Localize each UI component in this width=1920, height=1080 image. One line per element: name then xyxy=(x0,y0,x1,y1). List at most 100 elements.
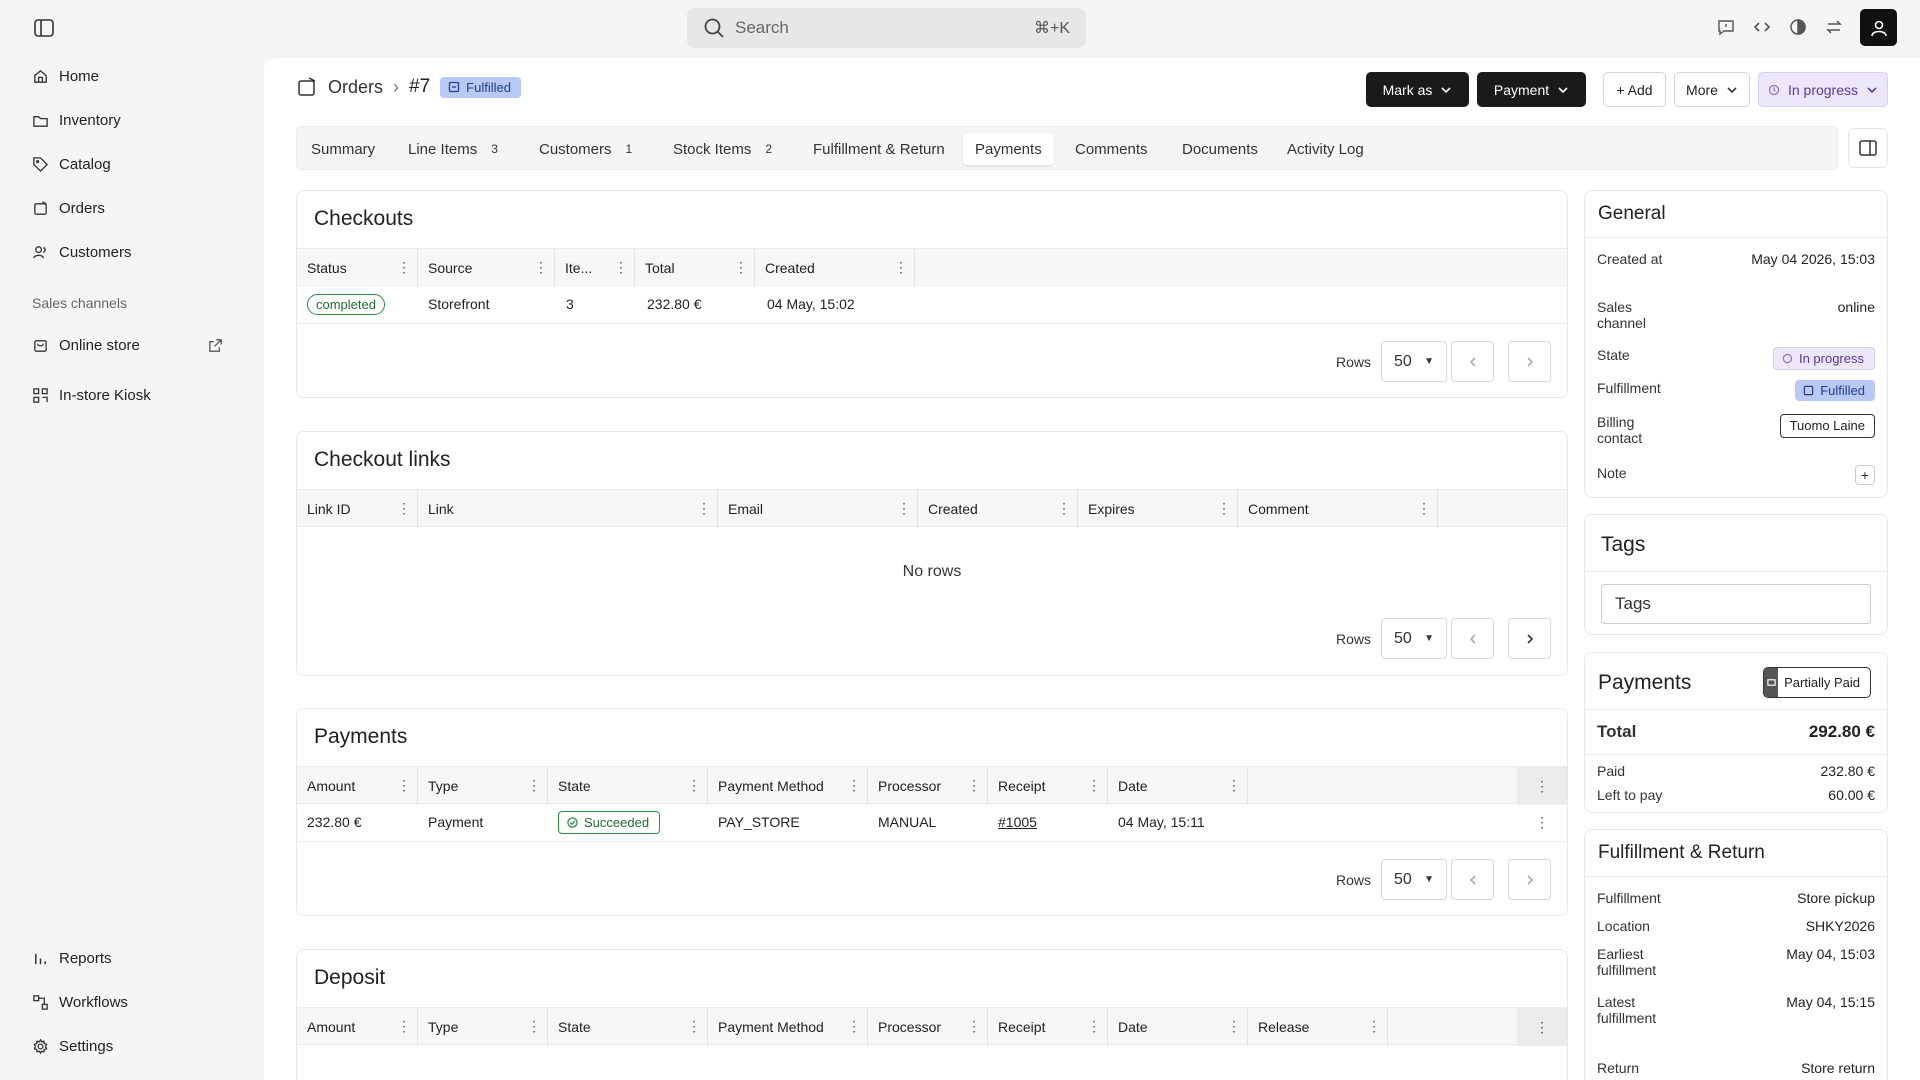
column-header[interactable]: Email ⋮ xyxy=(718,490,918,528)
column-header[interactable]: Date ⋮ xyxy=(1108,1008,1248,1046)
fulfillment-badge[interactable]: Fulfilled xyxy=(1795,380,1875,401)
sidebar-item-workflows[interactable]: Workflows xyxy=(32,990,128,1014)
table-row[interactable]: 232.80 € Payment Succeeded PAY_STORE MAN… xyxy=(297,804,1567,842)
tab-documents[interactable]: Documents xyxy=(1170,133,1270,165)
column-header[interactable]: Source ⋮ xyxy=(418,249,555,287)
payment-button[interactable]: Payment xyxy=(1477,72,1586,107)
prev-page-button[interactable] xyxy=(1451,618,1494,659)
external-link-icon[interactable] xyxy=(207,337,224,354)
add-note-button[interactable]: + xyxy=(1855,465,1875,485)
column-header[interactable]: Receipt ⋮ xyxy=(988,767,1108,805)
rows-select[interactable]: 50 ▼ xyxy=(1381,618,1447,659)
user-avatar[interactable] xyxy=(1860,9,1897,46)
deposit-table-header: Amount ⋮ Type ⋮ State ⋮ Payment Method ⋮ Pro… xyxy=(297,1007,1567,1046)
sidebar-item-customers[interactable]: Customers xyxy=(32,240,132,264)
column-header[interactable]: Payment Method ⋮ xyxy=(708,1008,868,1046)
breadcrumb-orders[interactable]: Orders xyxy=(328,77,383,98)
receipt-link[interactable]: #1005 xyxy=(998,804,1037,840)
chevron-right-icon xyxy=(1526,874,1533,885)
tags-input[interactable]: Tags xyxy=(1601,584,1871,624)
column-header[interactable]: Created ⋮ xyxy=(918,490,1078,528)
column-header[interactable]: State ⋮ xyxy=(548,767,708,805)
row-actions-header[interactable]: ⋮ xyxy=(1517,767,1567,805)
left-to-pay-value: 60.00 € xyxy=(1828,787,1875,803)
column-header[interactable]: Status ⋮ xyxy=(297,249,418,287)
sidebar-item-reports[interactable]: Reports xyxy=(32,946,112,970)
tab-payments[interactable]: Payments xyxy=(963,133,1054,165)
earliest-value: May 04, 15:03 xyxy=(1786,946,1875,962)
mark-as-button[interactable]: Mark as xyxy=(1366,72,1469,107)
more-button[interactable]: More xyxy=(1674,72,1750,107)
add-button[interactable]: + Add xyxy=(1603,72,1666,107)
tab-line-items[interactable]: Line Items 3 xyxy=(396,133,510,165)
total-label: Total xyxy=(1597,722,1637,741)
table-row[interactable]: completed Storefront 3 232.80 € 04 May, … xyxy=(297,286,1567,324)
column-header[interactable]: Release ⋮ xyxy=(1248,1008,1388,1046)
switch-icon[interactable] xyxy=(1823,15,1845,39)
payments-summary-title: Payments xyxy=(1598,671,1692,694)
column-header[interactable]: Ite... ⋮ xyxy=(555,249,635,287)
sidebar-item-orders[interactable]: Orders xyxy=(32,196,105,220)
prev-page-button[interactable] xyxy=(1451,341,1494,382)
column-header[interactable]: Payment Method ⋮ xyxy=(708,767,868,805)
column-header[interactable]: Total ⋮ xyxy=(635,249,755,287)
feedback-icon[interactable] xyxy=(1715,15,1737,39)
rows-select[interactable]: 50 ▼ xyxy=(1381,859,1447,900)
state-button[interactable]: In progress xyxy=(1758,72,1888,107)
panel-toggle-icon[interactable] xyxy=(1848,128,1888,168)
rows-per-page: Rows 50 ▼ xyxy=(1336,618,1447,659)
sidebar-item-catalog[interactable]: Catalog xyxy=(32,152,111,176)
next-page-button[interactable] xyxy=(1508,618,1551,659)
column-header[interactable]: Type ⋮ xyxy=(418,1008,548,1046)
created-label: Created at xyxy=(1597,251,1663,267)
column-header[interactable]: Processor ⋮ xyxy=(868,767,988,805)
sidebar-item-settings[interactable]: Settings xyxy=(32,1034,113,1058)
column-header[interactable]: Amount ⋮ xyxy=(297,1008,418,1046)
state-badge[interactable]: In progress xyxy=(1772,347,1875,370)
chevron-down-icon xyxy=(1867,86,1877,93)
fulfillment-type-label: Fulfillment xyxy=(1597,890,1661,906)
sales-channels-heading: Sales channels xyxy=(32,295,127,311)
next-page-button[interactable] xyxy=(1508,859,1551,900)
prev-page-button[interactable] xyxy=(1451,859,1494,900)
column-header[interactable]: State ⋮ xyxy=(548,1008,708,1046)
chevron-right-icon xyxy=(1526,633,1533,644)
next-page-button[interactable] xyxy=(1508,341,1551,382)
tab-comments[interactable]: Comments xyxy=(1063,133,1160,165)
column-header[interactable]: Comment ⋮ xyxy=(1238,490,1438,528)
search-bar[interactable]: Search ⌘+K xyxy=(687,8,1086,48)
fulfilled-icon xyxy=(449,81,460,93)
rows-select[interactable]: 50 ▼ xyxy=(1381,341,1447,382)
tab-fulfillment-return[interactable]: Fulfillment & Return xyxy=(801,133,957,165)
payments-card: Payments Amount ⋮ Type ⋮ State ⋮ Payment Me… xyxy=(296,708,1568,916)
users-icon xyxy=(33,245,46,258)
sidebar-item-home[interactable]: Home xyxy=(32,64,99,88)
column-header[interactable]: Link ID ⋮ xyxy=(297,490,418,528)
tab-activity-log[interactable]: Activity Log xyxy=(1275,133,1376,165)
tab-summary[interactable]: Summary xyxy=(299,133,387,165)
sidebar-item-online-store[interactable]: Online store xyxy=(32,333,224,357)
order-number: #7 xyxy=(409,76,431,97)
column-header[interactable]: Processor ⋮ xyxy=(868,1008,988,1046)
row-actions-header[interactable]: ⋮ xyxy=(1517,1008,1567,1046)
sidebar-item-kiosk[interactable]: In-store Kiosk xyxy=(32,383,151,407)
column-header[interactable]: Receipt ⋮ xyxy=(988,1008,1108,1046)
column-header[interactable]: Amount ⋮ xyxy=(297,767,418,805)
theme-icon[interactable] xyxy=(1787,15,1809,39)
partially-paid-badge[interactable]: Partially Paid xyxy=(1763,667,1871,698)
column-header[interactable]: Created ⋮ xyxy=(755,249,915,287)
column-header[interactable]: Expires ⋮ xyxy=(1078,490,1238,528)
code-icon[interactable] xyxy=(1751,15,1773,39)
sidebar-toggle-icon[interactable] xyxy=(33,17,55,39)
row-menu-icon[interactable]: ⋮ xyxy=(1535,804,1549,840)
column-header[interactable]: Type ⋮ xyxy=(418,767,548,805)
column-header[interactable]: Link ⋮ xyxy=(418,490,718,528)
column-header[interactable]: Date ⋮ xyxy=(1108,767,1248,805)
billing-contact-chip[interactable]: Tuomo Laine xyxy=(1779,414,1875,438)
card-icon xyxy=(1764,668,1779,697)
sidebar-item-inventory[interactable]: Inventory xyxy=(32,108,121,132)
tab-customers[interactable]: Customers 1 xyxy=(527,133,644,165)
note-label: Note xyxy=(1597,465,1627,481)
checkouts-card: Checkouts Status ⋮ Source ⋮ Ite... ⋮ Total ⋮… xyxy=(296,190,1568,398)
tab-stock-items[interactable]: Stock Items 2 xyxy=(661,133,784,165)
